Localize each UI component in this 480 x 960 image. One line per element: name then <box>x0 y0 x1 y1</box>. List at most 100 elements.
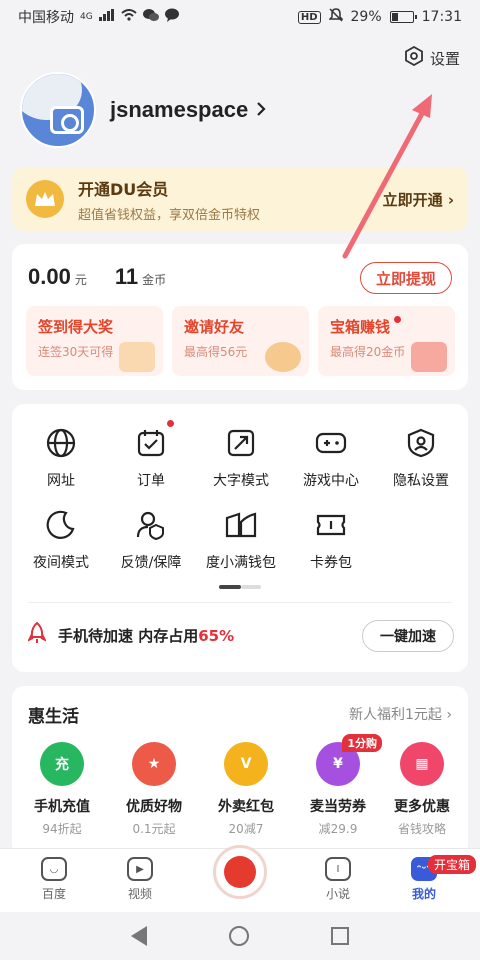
settings-icon <box>404 45 424 70</box>
rocket-icon <box>26 621 48 648</box>
home-icon[interactable] <box>229 926 249 946</box>
life-item-sub: 省钱攻略 <box>397 822 446 836</box>
tab-label: 小说 <box>325 887 350 901</box>
globe-icon <box>44 426 78 460</box>
tab-novel[interactable]: I 小说 <box>308 857 368 902</box>
profile-header[interactable]: jsnamespace <box>20 72 266 148</box>
privacy-icon <box>404 426 438 460</box>
life-item-name: 麦当劳券 <box>310 799 366 815</box>
life-item-sub: 减29.9 <box>318 822 358 836</box>
more-link-label: 新人福利1元起 <box>349 707 442 723</box>
life-card: 惠生活 新人福利1元起 › 充 手机充值 94折起 ★ 优质好物 0.1元起 V… <box>12 686 468 856</box>
treasure-chest-icon <box>411 342 447 372</box>
bottom-tab-bar: ◡ 百度 ▶ 视频 I 小说 ᵔᵕᵔ 我的 开宝箱 <box>0 845 480 912</box>
tool-label: 卡券包 <box>310 555 352 571</box>
message-icon <box>164 8 179 26</box>
tool-label: 订单 <box>137 473 165 489</box>
speed-status: 手机待加速 内存占用65% <box>26 621 235 648</box>
signal-icon <box>98 9 115 25</box>
system-nav-bar <box>0 912 480 960</box>
carrier-label: 中国移动 <box>18 10 74 26</box>
life-item-goods[interactable]: ★ 优质好物 0.1元起 <box>108 742 200 837</box>
coupon-icon <box>314 508 348 542</box>
username[interactable]: jsnamespace <box>110 97 266 123</box>
life-item-sub: 94折起 <box>42 822 82 836</box>
tool-item-feedback[interactable]: 反馈/保障 <box>106 508 196 572</box>
vip-subtitle: 超值省钱权益，享双倍金币特权 <box>78 207 261 223</box>
back-icon[interactable] <box>131 926 147 946</box>
coins-unit: 金币 <box>142 273 167 287</box>
tool-label: 网址 <box>47 473 75 489</box>
recent-apps-icon[interactable] <box>331 927 349 945</box>
tools-card: 网址 订单 大字模式 游戏中心 隐私设置 夜间模式 反馈/保障 度小满钱包 卡券… <box>12 404 468 672</box>
life-item-name: 外卖红包 <box>218 799 274 815</box>
tool-label: 度小满钱包 <box>206 555 276 571</box>
tab-label: 我的 <box>411 887 436 901</box>
tool-item-url[interactable]: 网址 <box>16 426 106 490</box>
baidu-icon: ◡ <box>41 857 67 881</box>
red-envelope-button[interactable] <box>213 845 267 899</box>
red-dot-badge <box>167 420 174 427</box>
life-item-takeout[interactable]: V 外卖红包 20减7 <box>200 742 292 837</box>
clock: 17:31 <box>421 9 462 25</box>
moon-icon <box>44 508 78 542</box>
settings-button[interactable]: 设置 <box>404 45 460 70</box>
vip-title: 开通DU会员 <box>78 179 169 199</box>
tool-item-wallet[interactable]: 度小满钱包 <box>196 508 286 572</box>
speed-up-button[interactable]: 一键加速 <box>362 620 454 652</box>
vip-open-label: 立即开通 <box>382 190 443 209</box>
tool-item-coupons[interactable]: 卡券包 <box>286 508 376 572</box>
open-treasure-tag[interactable]: 开宝箱 <box>427 855 476 874</box>
battery-level-fill <box>391 13 399 21</box>
tool-item-orders[interactable]: 订单 <box>106 420 196 490</box>
tab-label: 视频 <box>127 887 152 901</box>
tool-label: 游戏中心 <box>303 473 359 489</box>
life-item-recharge[interactable]: 充 手机充值 94折起 <box>16 742 108 837</box>
page-indicator <box>219 585 261 589</box>
more-link[interactable]: 新人福利1元起 › <box>349 704 452 724</box>
wallet-icon <box>224 508 258 542</box>
red-envelope-icon <box>224 856 256 888</box>
life-item-mcdonalds[interactable]: ¥ 1分购 麦当劳券 减29.9 <box>292 734 384 837</box>
vip-banner[interactable]: 开通DU会员 超值省钱权益，享双倍金币特权 立即开通 › <box>12 167 468 231</box>
feedback-icon <box>134 508 168 542</box>
withdraw-button[interactable]: 立即提现 <box>360 262 452 294</box>
tool-item-game-center[interactable]: 游戏中心 <box>286 426 376 490</box>
memory-percent: 65% <box>198 626 235 645</box>
avatar[interactable] <box>20 72 96 148</box>
coin-icon <box>265 342 301 372</box>
tool-item-privacy[interactable]: 隐私设置 <box>376 426 466 490</box>
mute-icon <box>327 8 344 26</box>
task-treasure[interactable]: 宝箱赚钱 最高得20金币 <box>318 306 455 376</box>
star-icon: ★ <box>132 742 176 786</box>
grid-apps-icon: ▦ <box>400 742 444 786</box>
cash-unit: 元 <box>74 273 87 287</box>
life-item-sub: 0.1元起 <box>132 822 176 836</box>
coins-amount[interactable]: 11 <box>115 264 138 290</box>
battery-icon <box>389 11 417 23</box>
tool-item-night-mode[interactable]: 夜间模式 <box>16 508 106 572</box>
book-icon: I <box>325 857 351 881</box>
cash-amount[interactable]: 0.00 <box>28 264 71 290</box>
takeout-icon: V <box>224 742 268 786</box>
settings-label: 设置 <box>429 49 460 68</box>
wallet-card: 0.00 元 11 金币 立即提现 签到得大奖 连签30天可得 邀请好友 最高得… <box>12 244 468 390</box>
chevron-right-icon: › <box>447 190 454 209</box>
tool-label: 反馈/保障 <box>120 555 182 571</box>
tab-baidu[interactable]: ◡ 百度 <box>24 857 84 902</box>
task-invite[interactable]: 邀请好友 最高得56元 <box>172 306 309 376</box>
section-title: 惠生活 <box>28 707 79 727</box>
life-item-more-deals[interactable]: ▦ 更多优惠 省钱攻略 <box>376 742 468 837</box>
tool-item-large-font[interactable]: 大字模式 <box>196 426 286 490</box>
task-title: 宝箱赚钱 <box>330 318 391 336</box>
tool-label: 大字模式 <box>213 473 269 489</box>
red-dot-badge <box>394 316 402 323</box>
tab-video[interactable]: ▶ 视频 <box>110 857 170 902</box>
divider <box>28 602 452 603</box>
vip-open-button[interactable]: 立即开通 › <box>383 189 454 210</box>
speed-text: 手机待加速 内存占用 <box>58 626 199 645</box>
life-item-sub: 20减7 <box>228 822 264 836</box>
camera-icon <box>50 106 84 134</box>
phone-recharge-icon: 充 <box>40 742 84 786</box>
task-checkin[interactable]: 签到得大奖 连签30天可得 <box>26 306 163 376</box>
